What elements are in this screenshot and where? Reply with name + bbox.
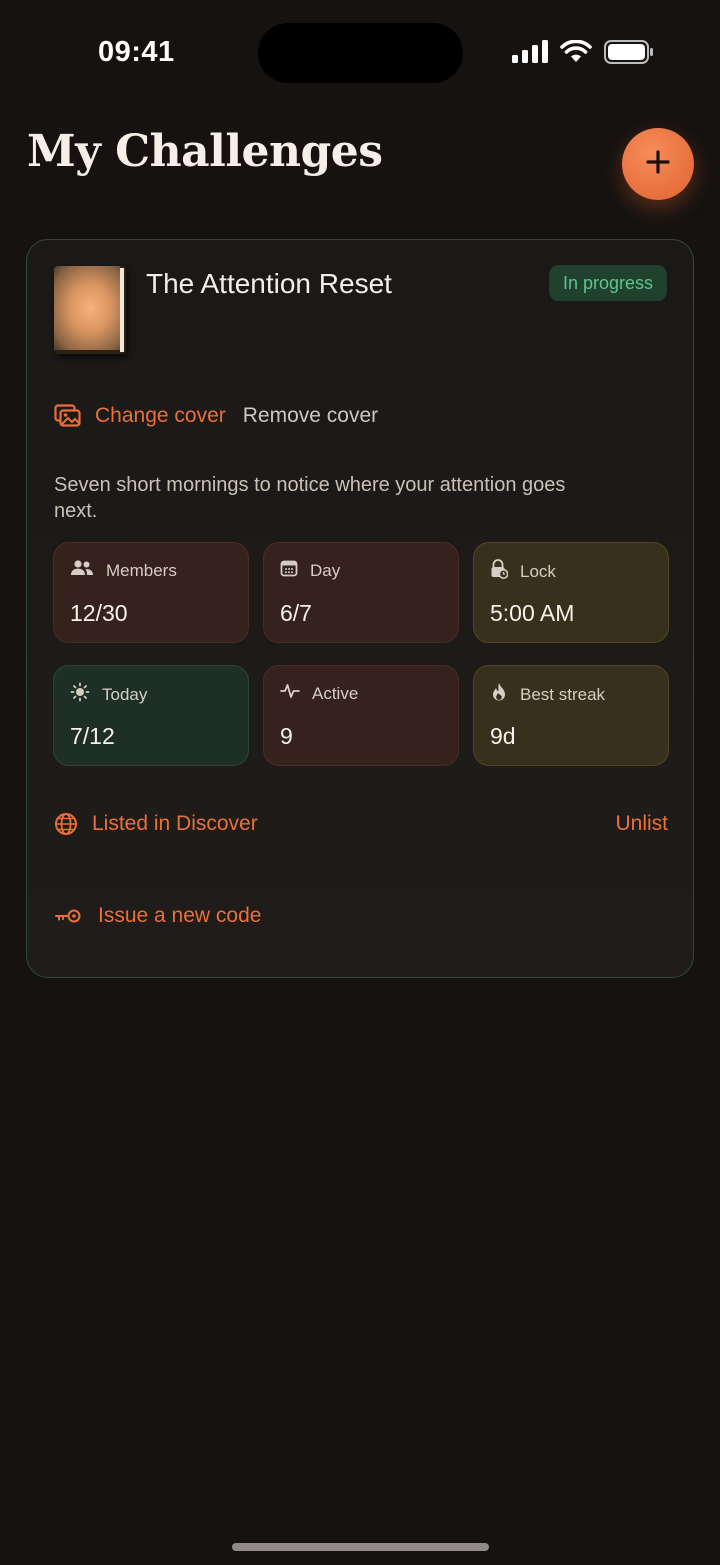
stat-label: Lock [520, 561, 556, 581]
challenge-card[interactable]: The Attention Reset In progress Change c… [26, 239, 694, 978]
unlist-button[interactable]: Unlist [615, 812, 668, 836]
globe-icon [54, 812, 78, 836]
pulse-icon [280, 682, 300, 705]
calendar-icon [280, 559, 298, 582]
cover-image [54, 266, 126, 354]
remove-cover-button[interactable]: Remove cover [243, 404, 378, 428]
stats-grid: Members 12/30 Day 6/7 Lock 5:00 AM Today… [53, 542, 669, 766]
challenge-title: The Attention Reset [146, 268, 392, 299]
stat-label: Today [102, 684, 148, 704]
cellular-signal-icon [512, 40, 548, 69]
lock-clock-icon [490, 559, 509, 584]
stat-tile-lock: Lock 5:00 AM [473, 542, 669, 643]
issue-code-button[interactable]: Issue a new code [54, 904, 261, 928]
wifi-icon [560, 39, 592, 69]
stat-label: Best streak [520, 684, 606, 704]
status-icons [512, 39, 654, 69]
issue-code-label: Issue a new code [98, 904, 262, 927]
image-icon [54, 404, 82, 428]
change-cover-button[interactable]: Change cover [95, 404, 226, 428]
discover-status: Listed in Discover [92, 812, 258, 835]
status-badge: In progress [548, 265, 667, 301]
screen: 09:41 My Challenges The Attention Reset … [0, 0, 720, 1565]
home-indicator [232, 1543, 489, 1551]
add-challenge-button[interactable] [622, 128, 694, 200]
battery-icon [604, 40, 654, 69]
stat-label: Members [106, 560, 177, 580]
people-icon [70, 559, 94, 582]
stat-tile-members: Members 12/30 [53, 542, 249, 643]
discover-row: Listed in Discover Unlist [54, 812, 668, 836]
flame-icon [490, 682, 508, 707]
stat-value: 12/30 [70, 600, 128, 626]
page-title: My Challenges [27, 126, 383, 177]
stat-value: 9d [490, 723, 516, 749]
status-time: 09:41 [98, 36, 175, 68]
key-icon [54, 908, 82, 924]
sun-icon [70, 682, 90, 707]
stat-value: 9 [280, 723, 293, 749]
stat-label: Day [310, 560, 341, 580]
stat-tile-active: Active 9 [263, 665, 459, 766]
stat-tile-day: Day 6/7 [263, 542, 459, 643]
stat-value: 5:00 AM [490, 600, 575, 626]
challenge-description: Seven short mornings to notice where you… [54, 474, 566, 522]
stat-value: 7/12 [70, 723, 115, 749]
cover-actions: Change cover Remove cover [54, 404, 378, 428]
dynamic-island [258, 23, 463, 83]
stat-tile-today: Today 7/12 [53, 665, 249, 766]
stat-tile-best-streak: Best streak 9d [473, 665, 669, 766]
stat-label: Active [312, 683, 359, 703]
plus-icon [645, 149, 671, 180]
stat-value: 6/7 [280, 600, 312, 626]
